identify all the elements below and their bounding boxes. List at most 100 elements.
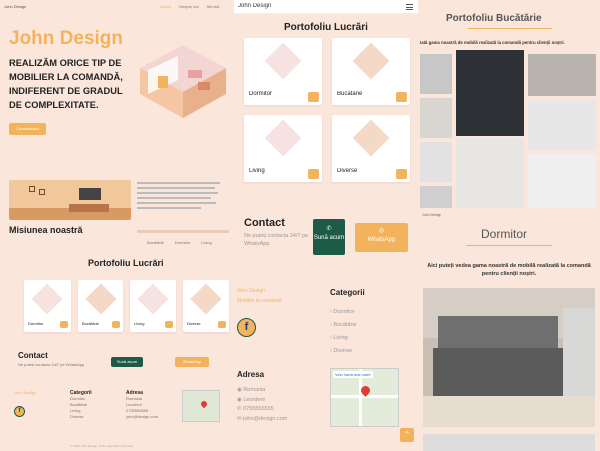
gallery-photo[interactable] bbox=[456, 138, 524, 208]
footer-col-address: Adresa Romania Leordeni 0755555555 john@… bbox=[126, 390, 158, 420]
portfolio-card-living[interactable]: Living bbox=[244, 115, 322, 182]
category-link[interactable]: › Diverse bbox=[330, 345, 357, 358]
footer-col-categories: Categorii Dormitor Bucătărie Living Dive… bbox=[70, 390, 92, 420]
address-line: ◉ Romania bbox=[237, 387, 266, 393]
nav-about[interactable]: Despre noi bbox=[179, 4, 198, 9]
gallery-photo[interactable] bbox=[420, 54, 452, 94]
facebook-icon[interactable]: f bbox=[237, 318, 256, 337]
whatsapp-button[interactable]: ◎ WhatsApp bbox=[355, 223, 408, 252]
hero-title: John Design bbox=[9, 28, 124, 49]
arrow-icon[interactable] bbox=[396, 92, 407, 102]
gallery-photo[interactable] bbox=[420, 142, 452, 182]
card-label: Diverse bbox=[337, 168, 358, 174]
mobile-preview-gallery: Portofoliu Bucătărie Iată gama noastră d… bbox=[418, 0, 600, 451]
contact-text: Ne puteți contacta 24/7 pe WhatsApp bbox=[244, 233, 309, 247]
gallery-photo[interactable] bbox=[456, 50, 524, 136]
address-title: Adresa bbox=[237, 370, 265, 379]
portfolio-grid: Dormitor Bucătărie Living Diverse bbox=[24, 280, 229, 332]
card-label: Diverse bbox=[187, 321, 201, 326]
desktop-preview: John Design Acasă Despre noi Servicii Jo… bbox=[0, 0, 232, 451]
arrow-icon[interactable] bbox=[112, 321, 120, 328]
portfolio-title: Portofoliu Lucrări bbox=[88, 258, 164, 268]
mission-title: Misiunea noastră bbox=[9, 225, 83, 235]
mission-link-bedroom[interactable]: Dormitor bbox=[175, 240, 190, 245]
portfolio-card-kitchen[interactable]: Bucătărie bbox=[332, 38, 410, 105]
whatsapp-icon: ◎ bbox=[378, 228, 385, 234]
section-text: Aici puteți vedea gama noastră de mobilă… bbox=[427, 263, 591, 277]
arrow-icon[interactable] bbox=[60, 321, 68, 328]
category-link[interactable]: › Living bbox=[330, 332, 357, 345]
card-label: Living bbox=[249, 168, 265, 174]
email-line[interactable]: ✉ john@design.com bbox=[237, 415, 287, 425]
portfolio-card-bedroom[interactable]: Dormitor bbox=[24, 280, 71, 332]
call-button[interactable]: ✆ Sună acum bbox=[313, 219, 345, 255]
contact-text: Ne puteți contacta 24/7 pe WhatsApp bbox=[18, 362, 85, 367]
next-photo[interactable] bbox=[423, 434, 595, 451]
map[interactable]: Vezi harta mai mare bbox=[330, 368, 399, 427]
hero-button[interactable]: Contactează bbox=[9, 123, 46, 135]
nav-services[interactable]: Servicii bbox=[206, 4, 219, 9]
footer-line: john@design.com bbox=[126, 414, 159, 419]
mission-links: Bucătărie Dormitor Living bbox=[147, 240, 212, 245]
call-button-label: Sună acum bbox=[313, 235, 345, 241]
call-button[interactable]: Sună acum bbox=[111, 357, 143, 367]
mission-progress bbox=[137, 230, 229, 233]
gallery-photo[interactable] bbox=[528, 154, 596, 208]
nav-bar: Acasă Despre noi Servicii bbox=[160, 4, 219, 9]
mission-link-living[interactable]: Living bbox=[201, 240, 211, 245]
section-title: Dormitor bbox=[481, 227, 528, 241]
bedroom-photo[interactable] bbox=[423, 288, 595, 427]
gallery-photo[interactable] bbox=[528, 100, 596, 150]
mobile-header: John Design bbox=[234, 0, 418, 14]
address-line: ◉ Leordeni bbox=[237, 396, 265, 403]
portfolio-title: Portofoliu Lucrări bbox=[284, 22, 368, 33]
copyright: © 2024 John Design. Toate drepturile rez… bbox=[70, 444, 134, 448]
section-title-underline bbox=[466, 245, 552, 246]
footer-link[interactable]: Diverse bbox=[70, 414, 92, 420]
portfolio-card-living[interactable]: Living bbox=[130, 280, 176, 332]
category-link[interactable]: › Dormitor bbox=[330, 306, 357, 319]
footer-brand: John Design bbox=[14, 390, 37, 395]
contact-title: Contact bbox=[18, 351, 48, 360]
gallery-grid bbox=[420, 50, 598, 210]
portfolio-card-bedroom[interactable]: Dormitor bbox=[244, 38, 322, 105]
footer-map[interactable] bbox=[182, 390, 220, 422]
gallery-photo[interactable] bbox=[420, 186, 452, 208]
categories-title: Categorii bbox=[330, 288, 365, 297]
hero-text: REALIZĂM ORICE TIP DE MOBILIER LA COMAND… bbox=[9, 58, 123, 110]
scroll-top-button[interactable]: ⌃ bbox=[400, 428, 414, 442]
arrow-icon[interactable] bbox=[308, 169, 319, 179]
arrow-icon[interactable] bbox=[218, 321, 226, 328]
card-label: Dormitor bbox=[28, 321, 44, 326]
phone-icon: ✆ bbox=[326, 226, 332, 232]
portfolio-card-kitchen[interactable]: Bucătărie bbox=[78, 280, 123, 332]
card-label: Bucătărie bbox=[337, 91, 363, 97]
gallery-photo[interactable] bbox=[528, 54, 596, 96]
gallery-title-underline bbox=[468, 28, 552, 29]
arrow-icon[interactable] bbox=[308, 92, 319, 102]
facebook-icon[interactable]: f bbox=[14, 406, 25, 417]
header-logo[interactable]: John Design bbox=[4, 4, 26, 9]
arrow-icon[interactable] bbox=[396, 169, 407, 179]
gallery-photo[interactable] bbox=[420, 98, 452, 138]
gallery-title: Portofoliu Bucătărie bbox=[446, 13, 542, 24]
address-list: ◉ Romania ◉ Leordeni ✆ 0755555555 ✉ john… bbox=[237, 386, 287, 424]
arrow-icon[interactable] bbox=[165, 321, 173, 328]
gallery-subtitle: Iată gama noastră de mobilă realizată la… bbox=[420, 40, 565, 45]
mission-link-kitchen[interactable]: Bucătărie bbox=[147, 240, 164, 245]
category-link[interactable]: › Bucătărie bbox=[330, 319, 357, 332]
mission-text-lines bbox=[137, 182, 229, 212]
card-label: Bucătărie bbox=[82, 321, 99, 326]
isometric-room-illustration bbox=[140, 45, 226, 118]
nav-home[interactable]: Acasă bbox=[160, 4, 171, 9]
mission-image bbox=[9, 180, 131, 220]
portfolio-card-misc[interactable]: Diverse bbox=[332, 115, 410, 182]
portfolio-card-misc[interactable]: Diverse bbox=[183, 280, 229, 332]
card-label: Living bbox=[134, 321, 145, 326]
phone-line[interactable]: ✆ 0755555555 bbox=[237, 405, 287, 415]
map-label[interactable]: Vezi harta mai mare bbox=[333, 371, 373, 378]
hamburger-icon[interactable] bbox=[406, 4, 413, 10]
whatsapp-button[interactable]: WhatsApp bbox=[175, 357, 209, 367]
mobile-logo[interactable]: John Design bbox=[238, 3, 271, 9]
gallery-caption: John Design bbox=[422, 213, 442, 217]
